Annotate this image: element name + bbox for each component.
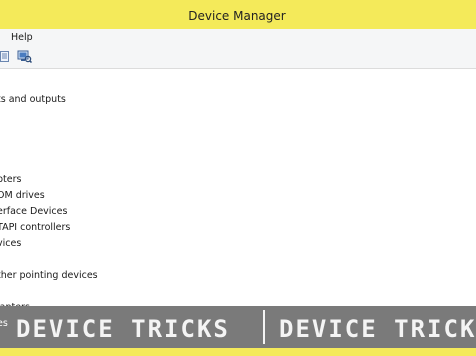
watermark-divider bbox=[263, 310, 265, 344]
tree-item-human-interface-devices[interactable]: erface Devices bbox=[0, 206, 67, 218]
scan-hardware-icon[interactable] bbox=[17, 50, 32, 63]
tree-item-audio-inputs-outputs[interactable]: ts and outputs bbox=[0, 94, 66, 106]
tree-item-partial[interactable]: es bbox=[0, 318, 8, 330]
tree-item-display-adapters[interactable]: pters bbox=[0, 174, 21, 186]
device-tree[interactable]: ts and outputs pters OM drives erface De… bbox=[0, 70, 476, 313]
menu-help[interactable]: Help bbox=[11, 32, 33, 43]
toolbar bbox=[0, 47, 476, 69]
title-bar[interactable]: Device Manager bbox=[0, 0, 476, 29]
window-bottom-border bbox=[0, 348, 476, 356]
tree-item-ide-ata-atapi-controllers[interactable]: TAPI controllers bbox=[0, 222, 70, 234]
watermark-text-right: DEVICE TRICK bbox=[279, 315, 476, 343]
window-title: Device Manager bbox=[188, 8, 286, 23]
tree-item-dvd-cd-rom-drives[interactable]: OM drives bbox=[0, 190, 45, 202]
tree-item-mice-pointing-devices[interactable]: ther pointing devices bbox=[0, 270, 98, 282]
watermark-text-left: DEVICE TRICKS bbox=[16, 315, 230, 343]
watermark-band: es DEVICE TRICKS DEVICE TRICK bbox=[0, 306, 476, 348]
tree-item-imaging-devices[interactable]: vices bbox=[0, 238, 21, 250]
menu-bar: Help bbox=[0, 29, 476, 48]
properties-icon[interactable] bbox=[0, 50, 13, 63]
